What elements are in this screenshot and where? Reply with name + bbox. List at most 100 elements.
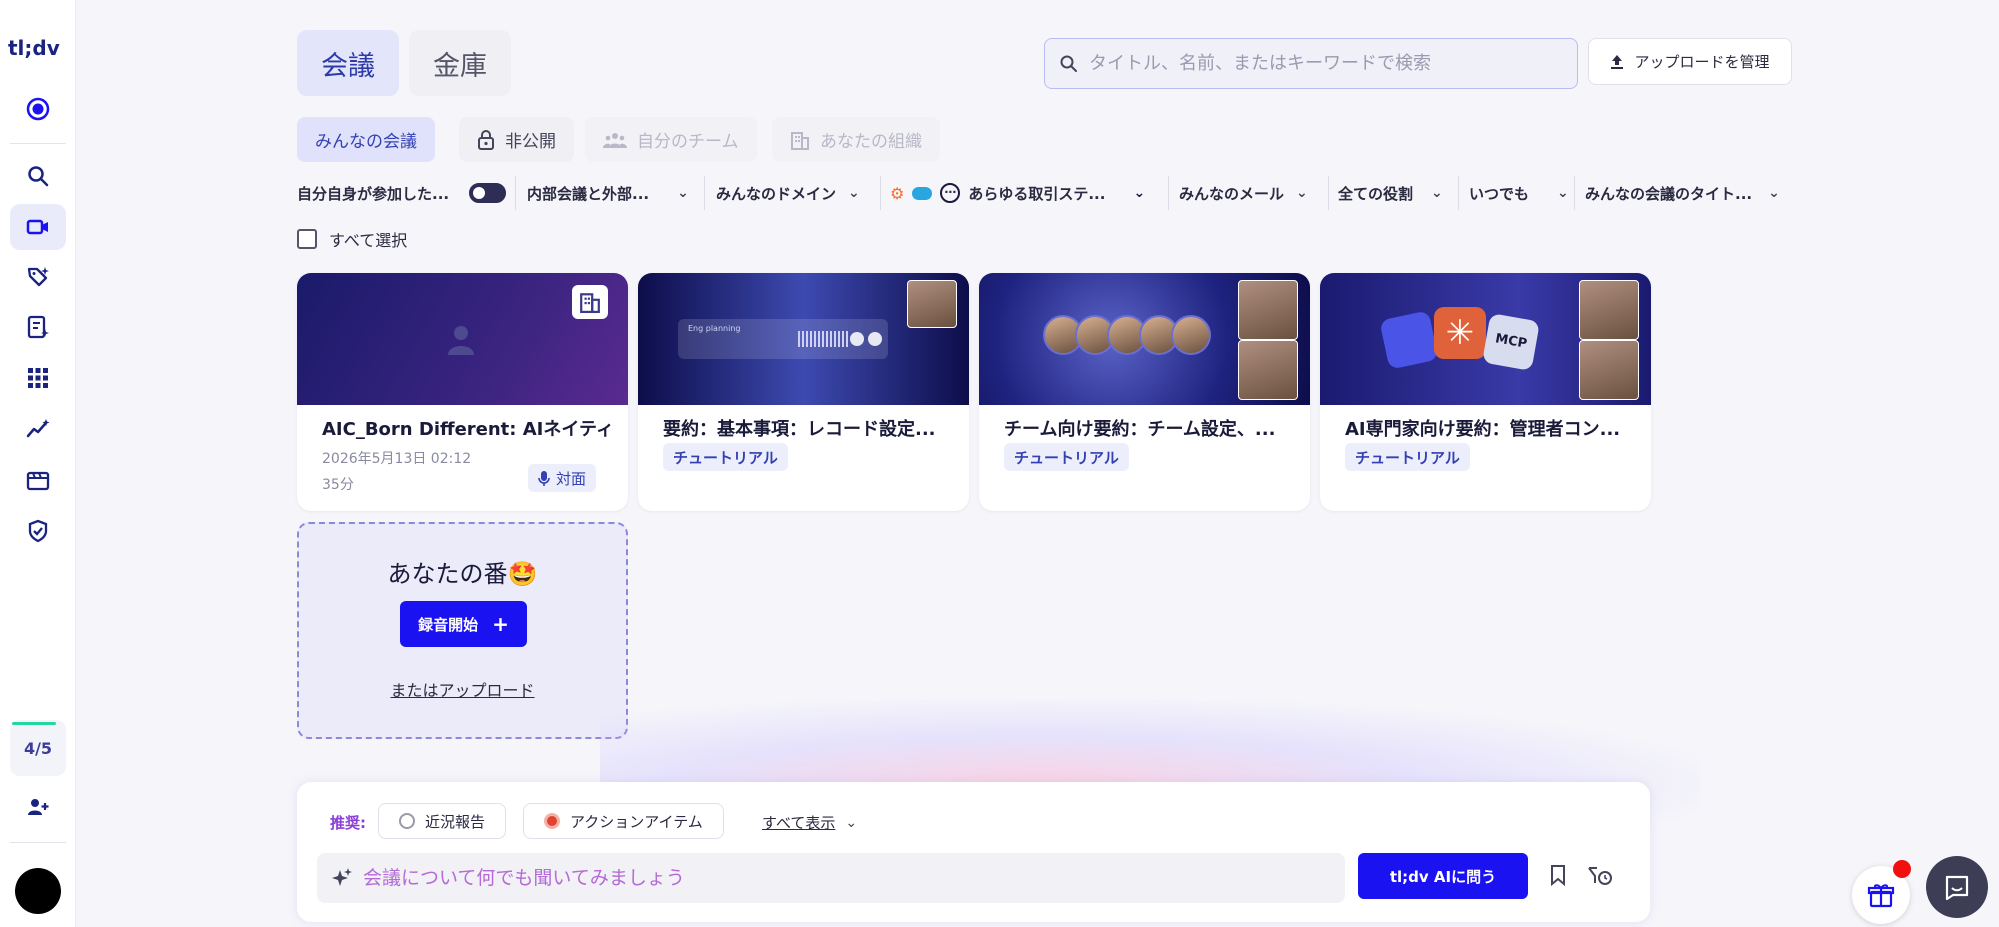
meetings-nav-button[interactable] <box>10 204 66 250</box>
filter-self-attended-label: 自分自身が参加した... <box>297 184 450 203</box>
grid-icon <box>28 368 48 388</box>
filter-title[interactable]: みんなの会議のタイト... ⌄ <box>1585 176 1780 210</box>
tutorial-badge: チュートリアル <box>663 443 788 471</box>
search-icon <box>28 166 49 187</box>
filter-divider <box>1328 176 1329 210</box>
notification-dot <box>1893 860 1911 878</box>
filter-title-label: みんなの会議のタイト... <box>1585 184 1753 203</box>
user-avatar[interactable] <box>15 868 61 914</box>
add-user-icon <box>28 799 49 815</box>
filter-internal-external[interactable]: 内部会議と外部... ⌄ <box>527 176 689 210</box>
suggestion-chip[interactable]: アクションアイテム <box>523 803 724 839</box>
app-logo[interactable]: tl;dv <box>8 36 60 60</box>
salesforce-icon <box>912 186 933 200</box>
suggestion-chip[interactable]: 近況報告 <box>378 803 507 839</box>
clips-nav-button[interactable] <box>10 457 66 503</box>
team-icon <box>603 132 627 148</box>
show-all-suggestions[interactable]: すべて表示 ⌄ <box>762 812 857 833</box>
analytics-nav-button[interactable] <box>10 406 66 452</box>
person-placeholder-icon <box>448 326 474 355</box>
apps-nav-button[interactable] <box>10 355 66 401</box>
tags-nav-button[interactable] <box>10 254 66 300</box>
usage-counter[interactable]: 4/5 <box>10 720 66 776</box>
subtab-organization[interactable]: あなたの組織 <box>772 117 940 162</box>
chat-support-button[interactable] <box>1926 856 1988 918</box>
search-input[interactable] <box>1089 53 1577 74</box>
subtab-private-label: 非公開 <box>505 132 556 152</box>
self-attended-toggle[interactable] <box>469 183 506 203</box>
meeting-card[interactable]: ✳ MCP AI専門家向け要約：管理者コン... チュートリアル <box>1320 273 1651 511</box>
filter-domain-label: みんなのドメイン <box>716 184 837 203</box>
search-icon <box>1060 55 1077 72</box>
suggestions-label: 推奨: <box>330 814 366 832</box>
sparkle-app-icon: ✳ <box>1434 307 1486 359</box>
tab-meetings-label: 会議 <box>321 50 375 82</box>
meeting-duration: 35分 <box>322 477 354 493</box>
security-nav-button[interactable] <box>10 508 66 554</box>
mcp-app-icon: MCP <box>1482 313 1540 371</box>
participant-video <box>907 280 957 328</box>
invite-user-button[interactable] <box>10 784 66 830</box>
start-recording-label: 録音開始 <box>418 615 479 634</box>
clock-icon <box>399 813 415 829</box>
meeting-thumbnail: ✳ MCP <box>1320 273 1651 405</box>
reports-nav-button[interactable] <box>10 304 66 350</box>
manage-upload-button[interactable]: アップロードを管理 <box>1588 38 1792 85</box>
participant-video <box>1579 340 1639 400</box>
filter-email-label: みんなのメール <box>1179 184 1285 203</box>
chevron-down-icon: ⌄ <box>1557 185 1569 201</box>
filter-deal-stage[interactable]: ⚙ ⋯ あらゆる取引ステ... ⌄ <box>890 176 1145 210</box>
ai-question-box <box>317 853 1345 903</box>
sidebar-divider <box>10 143 66 144</box>
tab-vault[interactable]: 金庫 <box>409 30 511 96</box>
subtab-everyone[interactable]: みんなの会議 <box>297 117 435 162</box>
subtab-private[interactable]: 非公開 <box>459 117 574 162</box>
document-icon <box>27 315 49 339</box>
record-icon <box>26 97 50 121</box>
subtab-my-team[interactable]: 自分のチーム <box>585 117 757 162</box>
meeting-title: 要約：基本事項：レコード設定... <box>663 419 936 440</box>
meeting-title: チーム向け要約：チーム設定、... <box>1004 419 1276 440</box>
meeting-title: AI専門家向け要約：管理者コン... <box>1345 419 1621 440</box>
chevron-down-icon: ⌄ <box>1296 185 1308 201</box>
participant-video <box>1238 340 1298 400</box>
select-all[interactable]: すべて選択 <box>297 227 407 251</box>
filter-role[interactable]: 全ての役割 ⌄ <box>1338 176 1443 210</box>
show-all-label: すべて表示 <box>762 814 836 832</box>
select-all-checkbox[interactable] <box>297 229 317 249</box>
ai-ask-panel: 推奨: 近況報告 アクションアイテム すべて表示 ⌄ tl;dv AIに問う <box>297 782 1650 922</box>
participant-video <box>1579 280 1639 340</box>
meeting-card[interactable]: AIC_Born Different: AIネイティ... 2026年5月13日… <box>297 273 628 511</box>
meeting-card[interactable]: チーム向け要約：チーム設定、... チュートリアル <box>979 273 1310 511</box>
filter-time[interactable]: いつでも ⌄ <box>1469 176 1569 210</box>
search-nav-button[interactable] <box>10 153 66 199</box>
filter-email[interactable]: みんなのメール ⌄ <box>1179 176 1308 210</box>
tab-meetings[interactable]: 会議 <box>297 30 399 96</box>
ask-ai-button[interactable]: tl;dv AIに問う <box>1358 853 1528 899</box>
meeting-thumbnail <box>979 273 1310 405</box>
start-recording-button[interactable]: 録音開始 + <box>400 601 527 647</box>
meeting-card[interactable]: Eng planning 要約：基本事項：レコード設定... チュートリアル <box>638 273 969 511</box>
meeting-title: AIC_Born Different: AIネイティ... <box>322 419 612 440</box>
meeting-thumbnail: Eng planning <box>638 273 969 405</box>
upload-link[interactable]: またはアップロード <box>299 677 626 701</box>
record-nav-button[interactable] <box>10 86 66 132</box>
filter-deal-stage-label: あらゆる取引ステ... <box>968 184 1106 203</box>
ask-ai-label: tl;dv AIに問う <box>1389 867 1497 886</box>
manage-upload-label: アップロードを管理 <box>1634 53 1770 71</box>
your-turn-title: あなたの番🤩 <box>387 560 538 588</box>
sidebar: tl;dv 4/5 <box>0 0 76 927</box>
bookmark-icon[interactable] <box>1549 864 1567 886</box>
clapperboard-icon <box>26 471 50 491</box>
trend-sparkle-icon <box>26 419 50 438</box>
chevron-down-icon: ⌄ <box>1431 185 1443 201</box>
lock-icon <box>478 129 494 150</box>
ai-question-input[interactable] <box>363 867 1345 889</box>
suggestion-chip-label: 近況報告 <box>425 812 486 831</box>
filter-domain[interactable]: みんなのドメイン ⌄ <box>716 176 860 210</box>
history-icon[interactable] <box>1587 864 1613 886</box>
organization-visibility-badge <box>572 285 608 319</box>
filter-self-attended[interactable]: 自分自身が参加した... <box>297 176 449 210</box>
tab-vault-label: 金庫 <box>433 50 487 82</box>
shield-check-icon <box>28 519 48 543</box>
